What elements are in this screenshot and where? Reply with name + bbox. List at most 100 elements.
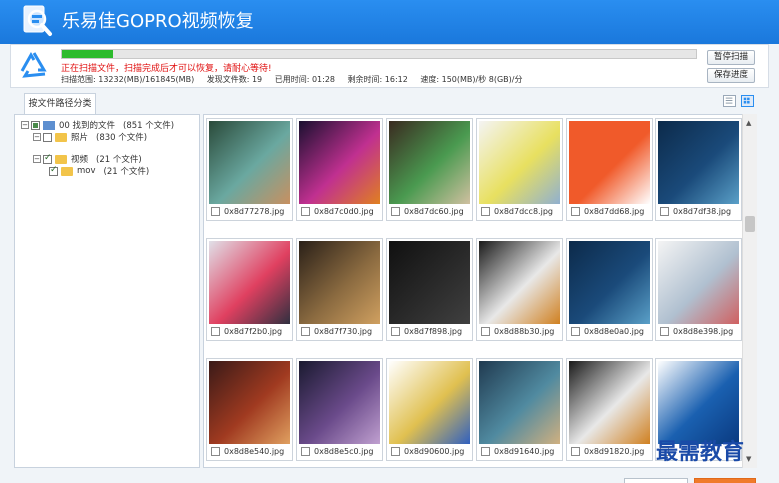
file-thumbnail-image[interactable] (299, 241, 380, 324)
file-thumbnail-image[interactable] (658, 241, 739, 324)
tree-checkbox[interactable] (43, 153, 52, 164)
file-thumbnail-card[interactable]: 0x8d8e5c0.jpg (296, 358, 383, 461)
file-thumbnail-image[interactable] (389, 121, 470, 204)
file-thumbnail-card[interactable]: 0x8d7dcc8.jpg (476, 118, 563, 221)
folder-icon (55, 132, 67, 142)
scan-progress-bar (61, 49, 697, 59)
file-thumbnail-image[interactable] (299, 361, 380, 444)
tree-item[interactable]: − 00 找到的文件 (851 个文件) (21, 119, 174, 131)
tree-item-label: 00 找到的文件 (59, 121, 116, 131)
scroll-up-icon[interactable]: ▲ (746, 119, 751, 127)
file-checkbox[interactable] (211, 327, 220, 336)
tab-by-path[interactable]: 按文件路径分类 (24, 93, 96, 114)
file-thumbnail-image[interactable] (389, 361, 470, 444)
file-thumbnail-image[interactable] (569, 241, 650, 324)
file-checkbox[interactable] (391, 327, 400, 336)
file-checkbox[interactable] (571, 207, 580, 216)
file-caption: 0x8d8e540.jpg (211, 447, 284, 456)
bottom-button-primary[interactable] (694, 478, 756, 483)
file-thumbnail-image[interactable] (569, 121, 650, 204)
file-thumbnail-card[interactable]: 0x8d7c0d0.jpg (296, 118, 383, 221)
file-thumbnail-image[interactable] (209, 361, 290, 444)
file-checkbox[interactable] (301, 207, 310, 216)
elapsed-time: 已用时间: 01:28 (274, 75, 335, 84)
file-checkbox[interactable] (211, 447, 220, 456)
tree-expand-icon[interactable]: − (33, 133, 41, 141)
file-thumbnail-card[interactable]: 0x8d8e0a0.jpg (566, 238, 653, 341)
tab-bar: 按文件路径分类 (10, 89, 769, 114)
app-title: 乐易佳GOPRO视频恢复 (62, 11, 254, 32)
file-caption: 0x8d7f730.jpg (301, 327, 372, 336)
file-thumbnail-card[interactable]: 0x8d77278.jpg (206, 118, 293, 221)
grid-view-icon[interactable] (741, 95, 754, 107)
file-thumbnail-image[interactable] (209, 241, 290, 324)
file-thumbnail-card[interactable]: 0x8d7f898.jpg (386, 238, 473, 341)
tree-checkbox[interactable] (31, 120, 40, 130)
file-thumbnail-card[interactable]: 0x8d7dd68.jpg (566, 118, 653, 221)
scan-progress-panel: 正在扫描文件，扫描完成后才可以恢复，请耐心等待! 扫描范围: 13232(MB)… (10, 44, 769, 88)
file-caption: 0x8d7dcc8.jpg (481, 207, 553, 216)
file-thumbnail-card[interactable]: 0x8d88b30.jpg (476, 238, 563, 341)
file-name: 0x8d7dcc8.jpg (494, 207, 553, 216)
file-name: 0x8d91820.jpg (584, 447, 645, 456)
file-checkbox[interactable] (481, 447, 490, 456)
file-checkbox[interactable] (301, 327, 310, 336)
tree-item[interactable]: − 视频 (21 个文件) (33, 153, 142, 165)
file-thumbnail-card[interactable]: 0x8d91820.jpg (566, 358, 653, 461)
tree-item[interactable]: − 照片 (830 个文件) (33, 131, 147, 143)
file-thumbnail-image[interactable] (479, 361, 560, 444)
file-thumbnail-card[interactable]: 0x8d91640.jpg (476, 358, 563, 461)
tree-checkbox[interactable] (49, 165, 58, 176)
file-thumbnail-image[interactable] (389, 241, 470, 324)
file-checkbox[interactable] (481, 207, 490, 216)
scroll-down-icon[interactable]: ▼ (746, 455, 751, 463)
file-thumbnail-image[interactable] (479, 241, 560, 324)
tree-expand-icon[interactable]: − (33, 155, 41, 163)
scan-speed: 速度: 150(MB)/秒 8(GB)/分 (420, 75, 523, 84)
file-checkbox[interactable] (211, 207, 220, 216)
file-thumbnail-image[interactable] (658, 121, 739, 204)
bottom-button-secondary[interactable] (624, 478, 688, 483)
file-name: 0x8d7dd68.jpg (584, 207, 645, 216)
pause-scan-button[interactable]: 暂停扫描 (707, 50, 755, 65)
file-checkbox[interactable] (391, 207, 400, 216)
file-thumbnail-image[interactable] (658, 361, 739, 444)
grid-scrollbar[interactable]: ▲ ▼ (742, 114, 757, 468)
file-thumbnail-card[interactable]: 0x8d8e398.jpg (655, 238, 742, 341)
scroll-thumb[interactable] (745, 216, 755, 232)
file-name: 0x8d88b30.jpg (494, 327, 555, 336)
file-thumbnail-card[interactable]: 0x8d7f730.jpg (296, 238, 383, 341)
tree-checkbox[interactable] (43, 132, 52, 142)
file-checkbox[interactable] (660, 207, 669, 216)
file-checkbox[interactable] (391, 447, 400, 456)
file-caption: 0x8d90600.jpg (391, 447, 464, 456)
file-name: 0x8d77278.jpg (224, 207, 285, 216)
file-name: 0x8d8e0a0.jpg (584, 327, 645, 336)
file-checkbox[interactable] (481, 327, 490, 336)
file-checkbox[interactable] (571, 447, 580, 456)
file-name: 0x8d90600.jpg (404, 447, 465, 456)
tree-expand-icon[interactable]: − (21, 121, 29, 129)
tree-item-count: (830 个文件) (96, 133, 148, 143)
file-thumbnail-image[interactable] (569, 361, 650, 444)
file-name: 0x8d8e398.jpg (673, 327, 734, 336)
file-thumbnail-card[interactable]: 0x8d7f2b0.jpg (206, 238, 293, 341)
file-thumbnail-image[interactable] (479, 121, 560, 204)
file-name: 0x8d8e5c0.jpg (314, 447, 374, 456)
file-checkbox[interactable] (301, 447, 310, 456)
file-thumbnail-image[interactable] (299, 121, 380, 204)
file-thumbnail-card[interactable]: 0x8d7df38.jpg (655, 118, 742, 221)
save-progress-button[interactable]: 保存进度 (707, 68, 755, 83)
file-thumbnail-image[interactable] (209, 121, 290, 204)
list-view-icon[interactable] (723, 95, 736, 107)
tree-item[interactable]: mov (21 个文件) (49, 165, 149, 177)
file-thumbnail-card[interactable]: 0x8d90600.jpg (386, 358, 473, 461)
file-checkbox[interactable] (660, 327, 669, 336)
file-checkbox[interactable] (571, 327, 580, 336)
file-thumbnail-card[interactable]: 0x8d8e540.jpg (206, 358, 293, 461)
file-caption: 0x8d7df38.jpg (660, 207, 731, 216)
remaining-time: 剩余时间: 16:12 (347, 75, 408, 84)
file-thumbnail-card[interactable]: 0x8d7dc60.jpg (386, 118, 473, 221)
file-caption: 0x8d7f2b0.jpg (211, 327, 282, 336)
file-name: 0x8d7f2b0.jpg (224, 327, 283, 336)
